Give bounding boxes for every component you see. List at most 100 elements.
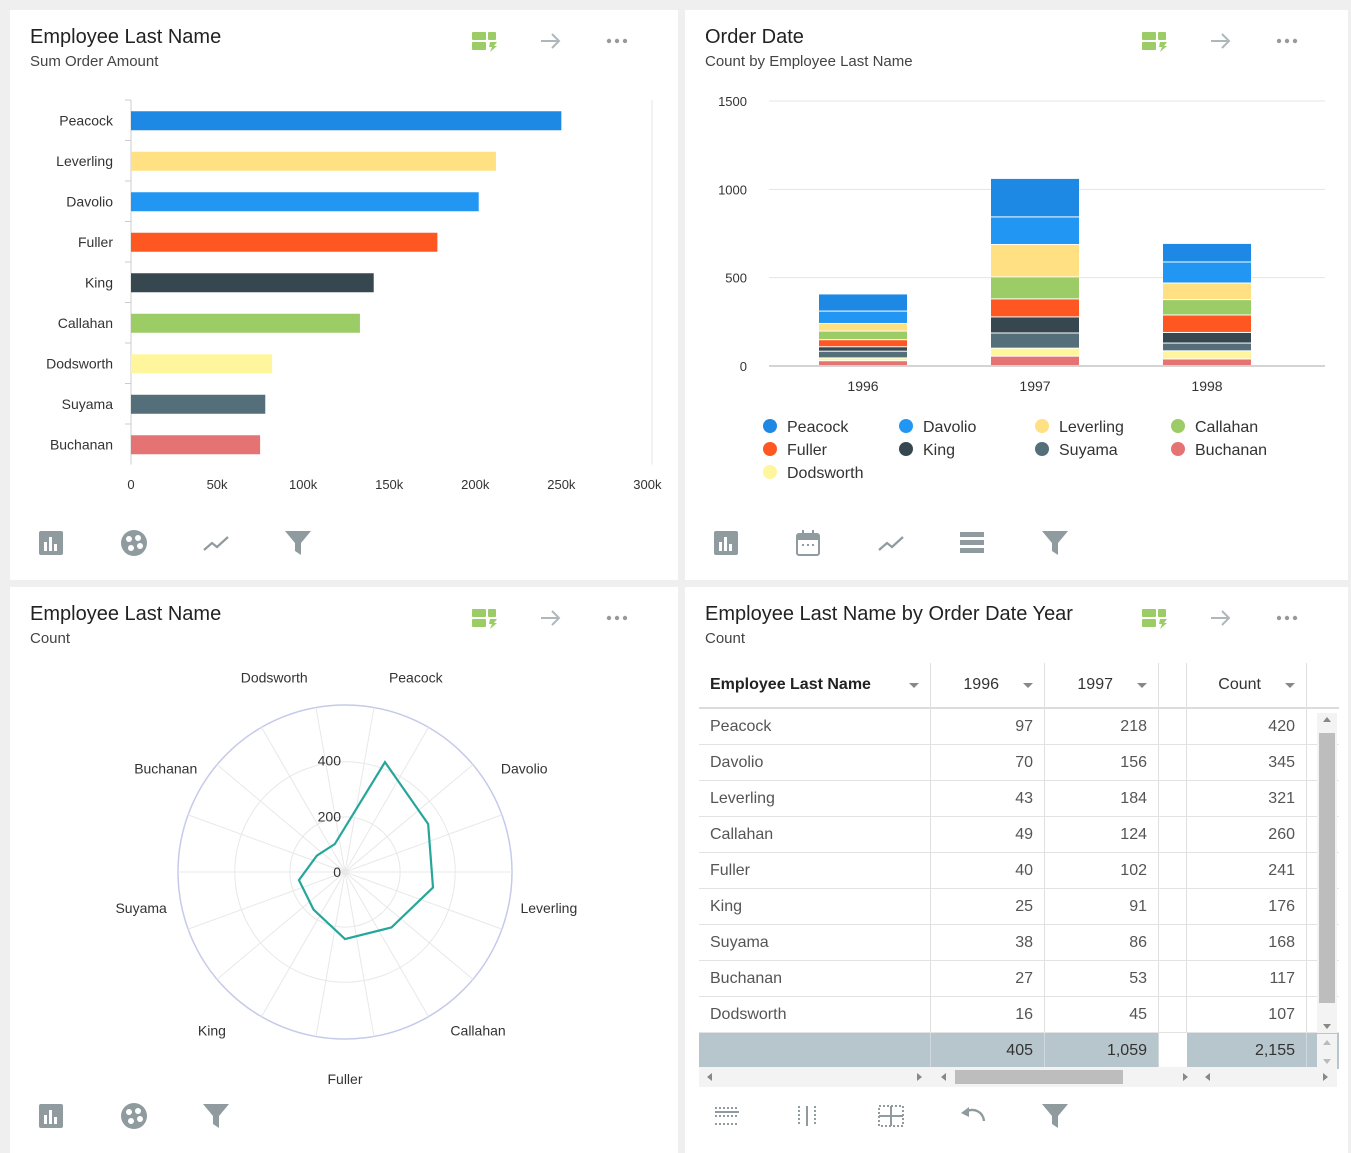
cell-1997: 102	[1045, 853, 1159, 888]
scroll-right-arrow-icon[interactable]	[917, 1073, 922, 1081]
radar-chart-panel: Employee Last Name Count 0 200 400 Peacock D…	[10, 587, 678, 1153]
chart-type-icon[interactable]	[32, 1099, 114, 1133]
stacked-segment	[819, 340, 907, 347]
palette-icon[interactable]	[114, 526, 196, 560]
column-separator	[1159, 889, 1187, 924]
panel-header-actions	[1122, 605, 1320, 631]
stacked-bar-chart: 0 500 1000 1500 1996 1997 1998 Peacock Davolio Le…	[718, 94, 1325, 482]
sort-arrow-icon[interactable]	[1023, 682, 1033, 688]
table-row[interactable]: Davolio 70 156 345	[699, 745, 1339, 781]
column-header-1996[interactable]: 1996	[931, 663, 1045, 707]
stacked-segment	[819, 351, 907, 358]
sort-arrow-icon[interactable]	[1137, 682, 1147, 688]
scrollbar-thumb[interactable]	[1319, 733, 1335, 1003]
sort-arrow-icon[interactable]	[909, 682, 919, 688]
chart-type-icon[interactable]	[707, 526, 789, 560]
vertical-scrollbar[interactable]	[1317, 713, 1337, 1033]
stacked-segment	[1163, 243, 1251, 262]
legend-swatch	[1035, 419, 1049, 433]
stacked-segment	[1163, 351, 1251, 359]
scroll-up-arrow-icon[interactable]	[1323, 1040, 1331, 1045]
total-count: 2,155	[1187, 1033, 1307, 1069]
category-label: Suyama	[62, 396, 114, 412]
cell-1997: 86	[1045, 925, 1159, 960]
cell-1996: 70	[931, 745, 1045, 780]
table-row[interactable]: Dodsworth 16 45 107	[699, 997, 1339, 1033]
stacked-segment	[991, 356, 1079, 365]
stacked-segment	[991, 277, 1079, 299]
cell-count: 260	[1187, 817, 1307, 852]
bar	[131, 435, 261, 455]
visualization-settings-icon[interactable]	[1122, 605, 1188, 631]
cell-employee: Davolio	[699, 745, 931, 780]
grid-header-row: Employee Last Name 1996 1997 Count	[699, 663, 1339, 709]
scroll-left-arrow-icon[interactable]	[1205, 1073, 1210, 1081]
stacked-segment	[991, 299, 1079, 317]
row-grand-total-icon[interactable]	[707, 1099, 789, 1133]
bar	[131, 273, 374, 293]
cell-1996: 38	[931, 925, 1045, 960]
scroll-down-arrow-icon[interactable]	[1323, 1059, 1331, 1064]
legend-label: Buchanan	[1195, 442, 1267, 459]
legend-label: Dodsworth	[787, 465, 863, 482]
column-grand-total-icon[interactable]	[789, 1099, 871, 1133]
column-header-count[interactable]: Count	[1187, 663, 1307, 707]
stacked-segment	[819, 361, 907, 365]
legend-swatch	[1171, 442, 1185, 456]
category-label: Dodsworth	[46, 355, 113, 371]
radar-spoke	[344, 871, 503, 930]
calendar-icon[interactable]	[789, 526, 871, 560]
table-row[interactable]: Suyama 38 86 168	[699, 925, 1339, 961]
category-label: Davolio	[66, 193, 113, 209]
cell-1996: 97	[931, 709, 1045, 744]
filter-icon[interactable]	[1035, 1099, 1117, 1133]
category-label: Suyama	[115, 900, 167, 916]
trend-icon[interactable]	[196, 526, 278, 560]
table-row[interactable]: Peacock 97 218 420	[699, 709, 1339, 745]
column-header-employee[interactable]: Employee Last Name	[699, 663, 931, 707]
grid-totals-row: 405 1,059 2,155	[699, 1033, 1339, 1069]
cell-1996: 40	[931, 853, 1045, 888]
column-header-1997[interactable]: 1997	[1045, 663, 1159, 707]
stacked-segment	[991, 348, 1079, 356]
scroll-down-arrow-icon[interactable]	[1323, 1024, 1331, 1029]
filter-icon[interactable]	[1035, 526, 1117, 560]
chart-type-icon[interactable]	[32, 526, 114, 560]
legend-label: Davolio	[923, 419, 976, 436]
table-row[interactable]: Callahan 49 124 260	[699, 817, 1339, 853]
scroll-up-arrow-icon[interactable]	[1323, 717, 1331, 722]
stacked-segment	[991, 217, 1079, 244]
cell-employee: Dodsworth	[699, 997, 931, 1032]
grid-total-icon[interactable]	[871, 1099, 953, 1133]
category-label: Davolio	[501, 761, 548, 777]
stacked-segment	[1163, 300, 1251, 315]
undo-icon[interactable]	[953, 1099, 1035, 1133]
more-options-icon[interactable]	[1254, 605, 1320, 631]
table-row[interactable]: Leverling 43 184 321	[699, 781, 1339, 817]
horizontal-scrollbar[interactable]	[699, 1067, 1337, 1087]
trend-icon[interactable]	[871, 526, 953, 560]
filter-icon[interactable]	[278, 526, 360, 560]
column-separator	[1159, 997, 1187, 1032]
scroll-right-arrow-icon[interactable]	[1323, 1073, 1328, 1081]
palette-icon[interactable]	[114, 1099, 196, 1133]
stack-icon[interactable]	[953, 526, 1035, 560]
scroll-right-arrow-icon[interactable]	[1183, 1073, 1188, 1081]
arrow-right-icon[interactable]	[1188, 605, 1254, 631]
filter-icon[interactable]	[196, 1099, 278, 1133]
column-separator	[1159, 663, 1187, 707]
scroll-left-arrow-icon[interactable]	[707, 1073, 712, 1081]
cell-count: 241	[1187, 853, 1307, 888]
scroll-left-arrow-icon[interactable]	[941, 1073, 946, 1081]
table-row[interactable]: Fuller 40 102 241	[699, 853, 1339, 889]
grid-body: Peacock 97 218 420 Davolio 70 156 345 Leverling 4…	[699, 709, 1339, 1033]
x-tick-label: 1998	[1191, 378, 1222, 394]
sort-arrow-icon[interactable]	[1285, 682, 1295, 688]
legend-swatch	[899, 419, 913, 433]
table-row[interactable]: King 25 91 176	[699, 889, 1339, 925]
scrollbar-thumb[interactable]	[955, 1070, 1123, 1084]
legend-label: Peacock	[787, 419, 849, 436]
table-row[interactable]: Buchanan 27 53 117	[699, 961, 1339, 997]
totals-vertical-scrollbar[interactable]	[1317, 1034, 1337, 1070]
x-tick-label: 100k	[289, 477, 318, 492]
